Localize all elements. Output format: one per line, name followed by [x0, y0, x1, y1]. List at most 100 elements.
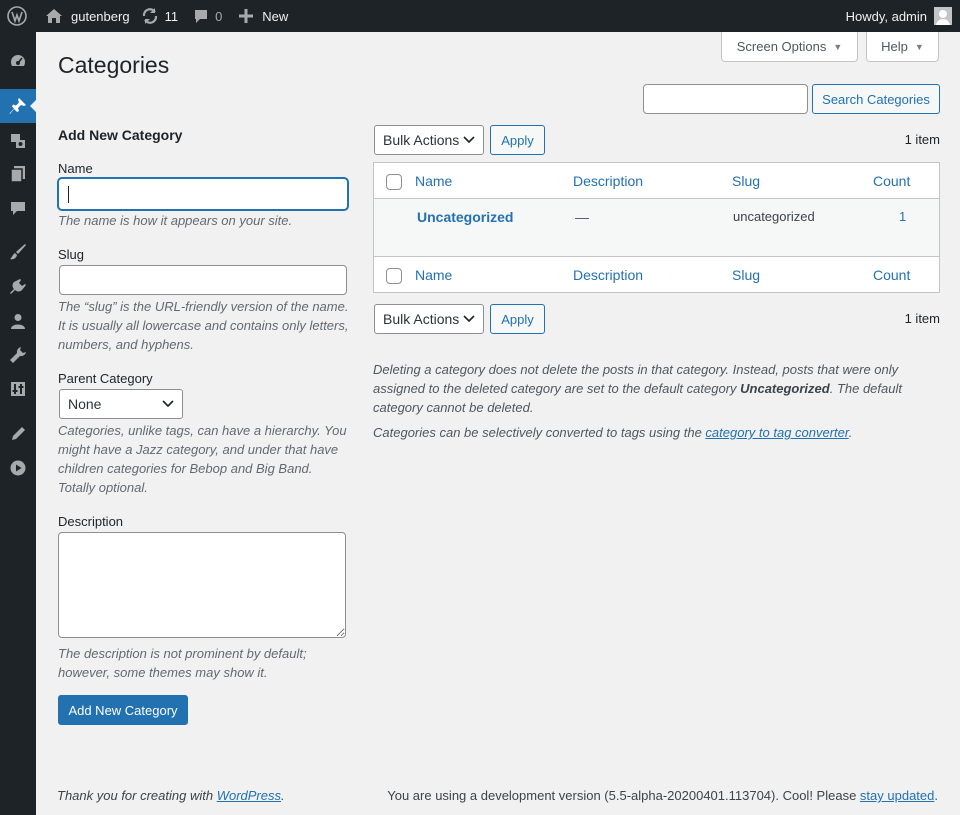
sidebar-item-dashboard[interactable]: [0, 44, 36, 78]
footer-thanks-text: Thank you for creating with: [57, 788, 217, 803]
name-help: The name is how it appears on your site.: [58, 213, 293, 228]
stay-updated-link[interactable]: stay updated: [860, 788, 934, 803]
parent-category-help: Categories, unlike tags, can have a hier…: [58, 423, 347, 495]
comments-icon: [11, 202, 25, 215]
parent-category-value: None: [68, 396, 102, 412]
parent-category-select[interactable]: None: [59, 389, 183, 419]
sidebar-item-media[interactable]: [0, 124, 36, 158]
new-content-menu[interactable]: New: [229, 0, 295, 32]
plugins-icon: [10, 279, 26, 294]
text-cursor: [68, 186, 69, 203]
help-label: Help: [881, 39, 908, 54]
apply-button-top[interactable]: Apply: [490, 125, 545, 155]
play-icon: [10, 460, 26, 476]
column-footer-name[interactable]: Name: [415, 267, 452, 283]
add-new-category-button[interactable]: Add New Category: [58, 695, 188, 725]
footer-thanks: Thank you for creating with WordPress.: [57, 788, 285, 803]
wordpress-link[interactable]: WordPress: [217, 788, 281, 803]
name-label: Name: [58, 161, 93, 176]
new-label: New: [262, 8, 289, 24]
account-menu[interactable]: Howdy, admin: [846, 0, 952, 32]
categories-table: Name Description Slug Count Uncategorize…: [373, 162, 940, 293]
column-footer-slug[interactable]: Slug: [732, 267, 760, 283]
default-category-name: Uncategorized: [740, 381, 830, 396]
home-icon: [46, 9, 62, 23]
updates-menu[interactable]: 11: [137, 0, 186, 32]
bulk-actions-value: Bulk Actions: [383, 311, 460, 327]
column-footer-description[interactable]: Description: [573, 267, 643, 283]
page-title: Categories: [58, 52, 170, 78]
comment-icon: [195, 10, 208, 23]
search-categories-button[interactable]: Search Categories: [812, 84, 940, 114]
sidebar-item-edit[interactable]: [0, 417, 36, 451]
category-count-link[interactable]: 1: [899, 209, 906, 224]
sidebar-item-pages[interactable]: [0, 157, 36, 191]
chevron-down-icon: [463, 136, 475, 144]
table-row: Uncategorized — uncategorized 1: [374, 199, 939, 256]
help-button[interactable]: Help ▼: [866, 32, 939, 62]
search-categories-label: Search Categories: [822, 91, 930, 107]
site-name: gutenberg: [71, 8, 130, 24]
slug-help: The “slug” is the URL-friendly version o…: [58, 299, 349, 352]
category-name-link[interactable]: Uncategorized: [417, 209, 513, 225]
select-all-checkbox[interactable]: [386, 174, 402, 190]
name-field[interactable]: [58, 178, 348, 210]
appearance-icon: [10, 244, 26, 260]
parent-category-label: Parent Category: [58, 371, 153, 386]
wordpress-logo-menu[interactable]: [0, 0, 34, 32]
greeting: Howdy, admin: [845, 8, 927, 24]
site-name-menu[interactable]: gutenberg: [34, 0, 137, 32]
slug-field[interactable]: [59, 265, 347, 295]
settings-icon: [11, 382, 25, 396]
bulk-actions-select-top[interactable]: Bulk Actions: [374, 125, 484, 155]
screen-options-button[interactable]: Screen Options ▼: [721, 32, 858, 62]
category-slug: uncategorized: [733, 209, 815, 224]
media-icon: [11, 134, 25, 148]
comments-menu[interactable]: 0: [185, 0, 229, 32]
table-header-row: Name Description Slug Count: [374, 163, 939, 199]
column-header-description[interactable]: Description: [573, 173, 643, 189]
comments-count: 0: [215, 8, 223, 24]
sidebar-item-appearance[interactable]: [0, 235, 36, 269]
sidebar-item-comments[interactable]: [0, 191, 36, 225]
wordpress-logo-icon: [7, 6, 27, 26]
slug-label: Slug: [58, 247, 85, 262]
sidebar-item-play[interactable]: [0, 451, 36, 485]
sidebar-item-plugins[interactable]: [0, 270, 36, 304]
add-new-category-label: Add New Category: [68, 702, 178, 718]
column-header-name[interactable]: Name: [415, 173, 452, 189]
category-description: —: [575, 209, 589, 225]
sidebar-item-settings[interactable]: [0, 372, 36, 406]
description-label: Description: [58, 514, 124, 529]
screen-options-label: Screen Options: [736, 39, 827, 54]
description-field[interactable]: [58, 532, 346, 638]
column-header-count[interactable]: Count: [873, 173, 910, 189]
category-to-tag-converter-link[interactable]: category to tag converter: [705, 425, 848, 440]
column-footer-count[interactable]: Count: [873, 267, 910, 283]
search-input[interactable]: [643, 84, 808, 114]
pages-icon: [10, 166, 25, 183]
table-footer-row: Name Description Slug Count: [374, 256, 939, 292]
footer-thanks-end: .: [281, 788, 285, 803]
updates-count: 11: [164, 8, 179, 24]
admin-bar: gutenberg 11 0 New Howdy, admin: [0, 0, 960, 32]
dashboard-icon: [10, 55, 26, 66]
users-icon: [11, 314, 25, 329]
item-count-bottom: 1 item: [904, 311, 940, 326]
convert-note-text: Categories can be selectively converted …: [373, 425, 706, 440]
column-header-slug[interactable]: Slug: [732, 173, 760, 189]
delete-note: Deleting a category does not delete the …: [373, 360, 933, 417]
apply-button-bottom[interactable]: Apply: [490, 304, 545, 334]
sidebar-item-tools[interactable]: [0, 338, 36, 372]
bulk-actions-select-bottom[interactable]: Bulk Actions: [374, 304, 484, 334]
footer-version: You are using a development version (5.5…: [387, 788, 938, 803]
avatar: [934, 7, 952, 25]
select-all-checkbox-footer[interactable]: [386, 268, 402, 284]
form-heading: Add New Category: [58, 127, 183, 143]
chevron-down-icon: [162, 400, 174, 408]
sidebar-item-posts[interactable]: [0, 89, 36, 123]
sidebar-item-users[interactable]: [0, 304, 36, 338]
description-help: The description is not prominent by defa…: [58, 646, 307, 680]
tools-icon: [10, 347, 26, 363]
apply-label: Apply: [501, 132, 534, 148]
